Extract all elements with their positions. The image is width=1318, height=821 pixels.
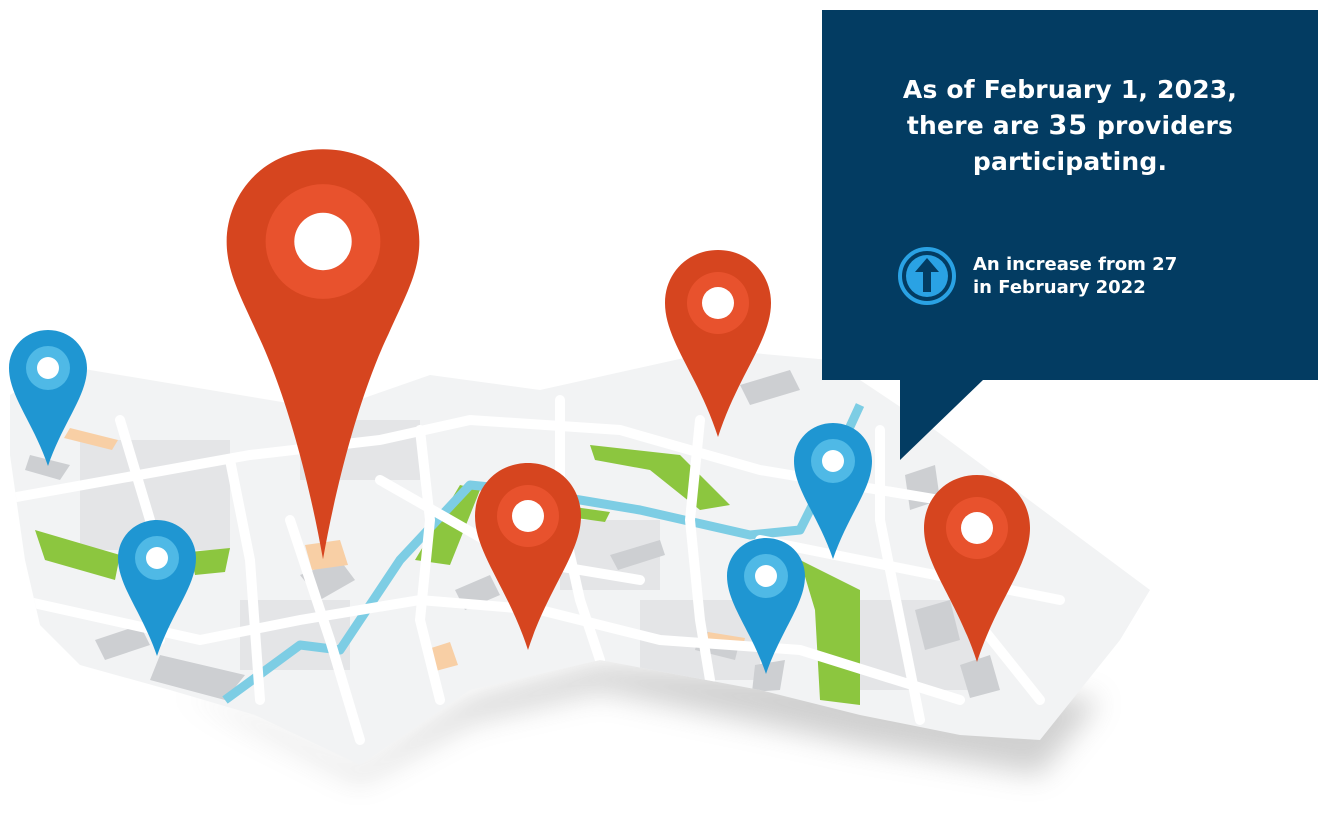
callout-headline: As of February 1, 2023, there are 35 pro… <box>822 72 1318 180</box>
arrow-up-circle-icon <box>898 247 956 305</box>
headline-prefix: there are <box>906 111 1040 140</box>
headline-suffix: providers <box>1096 111 1234 140</box>
change-line-1: An increase from 27 <box>973 254 1178 275</box>
headline-line-1: As of February 1, 2023, <box>902 75 1238 104</box>
change-note: An increase from 27 in February 2022 <box>895 244 1203 308</box>
headline-line-2: there are 35 providers <box>822 108 1318 144</box>
change-line-2: in February 2022 <box>973 277 1146 298</box>
change-text: An increase from 27 in February 2022 <box>973 253 1203 299</box>
provider-count: 35 <box>1048 110 1089 141</box>
headline-line-3: participating. <box>972 147 1168 176</box>
